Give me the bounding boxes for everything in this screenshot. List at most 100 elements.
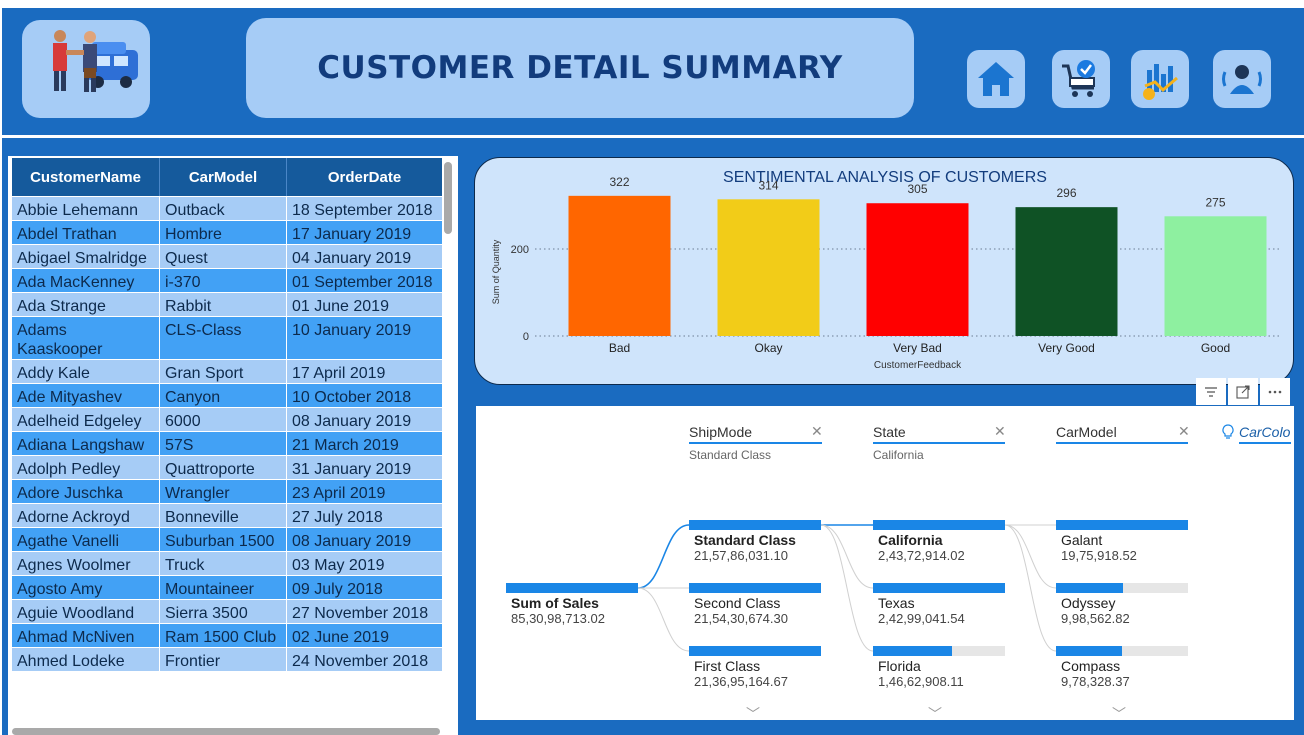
shipmode-expand-chevron-icon[interactable]: ﹀ xyxy=(746,704,760,724)
cell-car-model: Hombre xyxy=(160,221,287,244)
cell-car-model: 57S xyxy=(160,432,287,455)
x-tick-label: Okay xyxy=(754,341,782,355)
node-bar[interactable] xyxy=(1056,583,1124,593)
node-bar[interactable] xyxy=(873,646,953,656)
remove-carmodel-icon[interactable]: ✕ xyxy=(1178,424,1190,440)
table-body: Abbie Lehemann Outback 18 September 2018 Ab… xyxy=(12,197,442,672)
table-row[interactable]: Adams Kaaskooper CLS-Class 10 January 2019 xyxy=(12,317,442,360)
link xyxy=(1004,524,1057,652)
table-row[interactable]: Ahmed Lodeke Frontier 24 November 2018 xyxy=(12,648,442,672)
table-row[interactable]: Abbie Lehemann Outback 18 September 2018 xyxy=(12,197,442,221)
node-value: 9,98,562.82 xyxy=(1061,611,1130,626)
table-row[interactable]: Agosto Amy Mountaineer 09 July 2018 xyxy=(12,576,442,600)
node-bar[interactable] xyxy=(689,583,821,593)
table-row[interactable]: Adolph Pedley Quattroporte 31 January 2019 xyxy=(12,456,442,480)
x-tick-label: Very Good xyxy=(1038,341,1095,355)
cell-order-date: 08 January 2019 xyxy=(292,533,412,550)
remove-state-icon[interactable]: ✕ xyxy=(994,424,1006,440)
table-horizontal-scrollbar[interactable] xyxy=(12,728,440,735)
state-expand-chevron-icon[interactable]: ﹀ xyxy=(928,704,942,724)
link xyxy=(637,587,690,652)
node-label[interactable]: Compass xyxy=(1061,658,1120,674)
node-label[interactable]: Standard Class xyxy=(694,532,796,548)
cell-customer-name: Agathe Vanelli xyxy=(12,528,160,551)
node-bar[interactable] xyxy=(873,583,1005,593)
root-label: Sum of Sales xyxy=(511,595,599,611)
table-row[interactable]: Ade Mityashev Canyon 10 October 2018 xyxy=(12,384,442,408)
more-options-button[interactable] xyxy=(1260,378,1290,405)
level-header-carmodel[interactable]: CarModel xyxy=(1056,424,1117,444)
bar xyxy=(1015,207,1118,336)
sales-chart-icon xyxy=(1143,64,1178,100)
table-vertical-scrollbar[interactable] xyxy=(444,162,452,234)
cell-car-model: Gran Sport xyxy=(160,360,287,383)
cell-customer-name: Abbie Lehemann xyxy=(12,197,160,220)
node-bar[interactable] xyxy=(1056,646,1122,656)
column-header-customername[interactable]: CustomerName xyxy=(12,158,160,196)
ai-split-lightbulb-icon[interactable] xyxy=(1222,424,1234,444)
link xyxy=(1004,524,1057,589)
next-level-field[interactable]: CarColo xyxy=(1239,424,1291,444)
cell-car-model: Frontier xyxy=(160,648,287,671)
node-value: 21,57,86,031.10 xyxy=(694,548,788,563)
nav-orders-button[interactable] xyxy=(1052,50,1110,108)
table-row[interactable]: Abdel Trathan Hombre 17 January 2019 xyxy=(12,221,442,245)
title-box: CUSTOMER DETAIL SUMMARY xyxy=(246,18,914,118)
node-bar[interactable] xyxy=(873,520,1005,530)
cell-car-model: Quattroporte xyxy=(160,456,287,479)
node-label[interactable]: Second Class xyxy=(694,595,780,611)
node-label[interactable]: Odyssey xyxy=(1061,595,1115,611)
cell-order-date: 24 November 2018 xyxy=(292,653,429,670)
cell-order-date: 04 January 2019 xyxy=(292,250,412,267)
top-strip xyxy=(0,0,1304,8)
node-label[interactable]: Texas xyxy=(878,595,915,611)
node-bar[interactable] xyxy=(1056,520,1188,530)
table-row[interactable]: Ada Strange Rabbit 01 June 2019 xyxy=(12,293,442,317)
sentiment-bar-chart: 0 200 Sum of Quantity 322 Bad 314 Okay 305 Very … xyxy=(491,175,1280,371)
bar xyxy=(568,195,671,336)
cell-car-model: Canyon xyxy=(160,384,287,407)
node-label[interactable]: Florida xyxy=(878,658,921,674)
table-row[interactable]: Abigael Smalridge Quest 04 January 2019 xyxy=(12,245,442,269)
customer-table: CustomerName CarModel OrderDate Abbie Le… xyxy=(8,156,458,735)
cell-car-model: Sierra 3500 xyxy=(160,600,287,623)
carmodel-expand-chevron-icon[interactable]: ﹀ xyxy=(1112,704,1126,724)
node-label[interactable]: California xyxy=(878,532,943,548)
table-row[interactable]: Adelheid Edgeley 6000 08 January 2019 xyxy=(12,408,442,432)
table-row[interactable]: Ahmad McNiven Ram 1500 Club 02 June 2019 xyxy=(12,624,442,648)
table-row[interactable]: Agnes Woolmer Truck 03 May 2019 xyxy=(12,552,442,576)
node-bar[interactable] xyxy=(689,520,821,530)
node-bar[interactable] xyxy=(689,646,821,656)
filter-button[interactable] xyxy=(1196,378,1226,405)
node-label[interactable]: First Class xyxy=(694,658,760,674)
column-header-carmodel[interactable]: CarModel xyxy=(160,158,287,196)
nav-home-button[interactable] xyxy=(967,50,1025,108)
column-header-orderdate[interactable]: OrderDate xyxy=(287,158,442,196)
table-row[interactable]: Adore Juschka Wrangler 23 April 2019 xyxy=(12,480,442,504)
cell-order-date: 10 October 2018 xyxy=(292,389,412,406)
data-label: 314 xyxy=(758,178,778,192)
nav-customer-button[interactable] xyxy=(1213,50,1271,108)
nav-sales-button[interactable] xyxy=(1131,50,1189,108)
cell-order-date: 21 March 2019 xyxy=(292,437,399,454)
cell-customer-name: Adiana Langshaw xyxy=(12,432,160,455)
table-row[interactable]: Addy Kale Gran Sport 17 April 2019 xyxy=(12,360,442,384)
focus-mode-button[interactable] xyxy=(1228,378,1258,405)
cell-order-date: 10 January 2019 xyxy=(292,322,412,339)
table-row[interactable]: Adiana Langshaw 57S 21 March 2019 xyxy=(12,432,442,456)
table-row[interactable]: Adorne Ackroyd Bonneville 27 July 2018 xyxy=(12,504,442,528)
logo-tile xyxy=(22,20,150,118)
remove-shipmode-icon[interactable]: ✕ xyxy=(811,424,823,440)
table-row[interactable]: Aguie Woodland Sierra 3500 27 November 201… xyxy=(12,600,442,624)
cell-order-date: 18 September 2018 xyxy=(292,202,433,219)
table-row[interactable]: Ada MacKenney i-370 01 September 2018 xyxy=(12,269,442,293)
level-header-state[interactable]: State xyxy=(873,424,906,444)
cell-order-date: 01 June 2019 xyxy=(292,298,389,315)
node-label[interactable]: Galant xyxy=(1061,532,1102,548)
link-active xyxy=(637,524,690,589)
x-tick-label: Bad xyxy=(609,341,630,355)
link xyxy=(820,524,874,652)
level-header-shipmode[interactable]: ShipMode xyxy=(689,424,752,444)
table-row[interactable]: Agathe Vanelli Suburban 1500 08 January 20… xyxy=(12,528,442,552)
node-value: 2,42,99,041.54 xyxy=(878,611,965,626)
